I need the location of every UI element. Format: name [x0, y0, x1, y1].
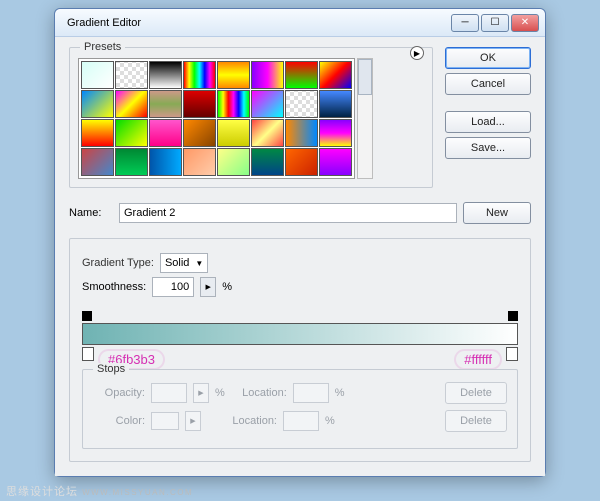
- preset-swatch[interactable]: [319, 119, 352, 147]
- minimize-button[interactable]: ─: [451, 14, 479, 32]
- chevron-down-icon: ▼: [195, 259, 203, 268]
- save-button[interactable]: Save...: [445, 137, 531, 159]
- preset-swatch[interactable]: [251, 61, 284, 89]
- preset-swatch[interactable]: [217, 61, 250, 89]
- preset-grid: [78, 58, 355, 179]
- preset-swatch[interactable]: [319, 61, 352, 89]
- preset-swatch[interactable]: [319, 148, 352, 176]
- name-label: Name:: [69, 207, 113, 219]
- ok-button[interactable]: OK: [445, 47, 531, 69]
- preset-swatch[interactable]: [81, 61, 114, 89]
- cancel-button[interactable]: Cancel: [445, 73, 531, 95]
- gradient-type-label: Gradient Type:: [82, 257, 154, 269]
- window-title: Gradient Editor: [61, 17, 451, 29]
- color-stop-right[interactable]: [506, 347, 518, 361]
- gradient-bar[interactable]: [82, 323, 518, 345]
- preset-swatch[interactable]: [149, 119, 182, 147]
- color-stepper: ▶: [185, 411, 201, 431]
- preset-swatch[interactable]: [149, 148, 182, 176]
- close-button[interactable]: ✕: [511, 14, 539, 32]
- preset-swatch[interactable]: [183, 61, 216, 89]
- scrollbar-thumb[interactable]: [358, 59, 372, 95]
- preset-swatch[interactable]: [183, 119, 216, 147]
- gradient-type-select[interactable]: Solid ▼: [160, 253, 208, 273]
- gradient-type-group: Gradient Type: Solid ▼ Smoothness: ▶ %: [69, 238, 531, 462]
- preset-swatch[interactable]: [285, 119, 318, 147]
- opacity-label: Opacity:: [93, 387, 145, 399]
- opacity-input: [151, 383, 187, 403]
- load-button[interactable]: Load...: [445, 111, 531, 133]
- smoothness-label: Smoothness:: [82, 281, 146, 293]
- preset-swatch[interactable]: [149, 90, 182, 118]
- opacity-unit: %: [215, 387, 225, 399]
- annotation-right-color: #ffffff: [456, 351, 500, 368]
- gradient-bar-area: #6fb3b3 #ffffff: [82, 311, 518, 365]
- preset-swatch[interactable]: [319, 90, 352, 118]
- titlebar[interactable]: Gradient Editor ─ ☐ ✕: [55, 9, 545, 37]
- opacity-location-input: [293, 383, 329, 403]
- preset-swatch[interactable]: [251, 119, 284, 147]
- presets-group: Presets ▶: [69, 47, 433, 188]
- preset-swatch[interactable]: [183, 148, 216, 176]
- preset-swatch[interactable]: [285, 148, 318, 176]
- preset-swatch[interactable]: [251, 90, 284, 118]
- presets-flyout-icon[interactable]: ▶: [410, 46, 424, 60]
- preset-swatch[interactable]: [149, 61, 182, 89]
- footer-main: 思缘设计论坛: [6, 486, 78, 498]
- color-delete-button: Delete: [445, 410, 507, 432]
- preset-swatch[interactable]: [81, 148, 114, 176]
- gradient-type-value: Solid: [165, 257, 189, 269]
- color-location-unit: %: [325, 415, 335, 427]
- opacity-delete-button: Delete: [445, 382, 507, 404]
- color-stop-left[interactable]: [82, 347, 94, 361]
- color-location-label: Location:: [207, 415, 277, 427]
- color-well: [151, 412, 179, 430]
- opacity-location-unit: %: [335, 387, 345, 399]
- opacity-stop-left[interactable]: [82, 311, 92, 321]
- new-button[interactable]: New: [463, 202, 531, 224]
- preset-swatch[interactable]: [81, 119, 114, 147]
- preset-swatch[interactable]: [251, 148, 284, 176]
- stops-group: Stops Opacity: ▶ % Location: % Delete Co…: [82, 369, 518, 449]
- preset-swatch[interactable]: [115, 119, 148, 147]
- preset-swatch[interactable]: [183, 90, 216, 118]
- smoothness-stepper[interactable]: ▶: [200, 277, 216, 297]
- stops-legend: Stops: [93, 363, 129, 375]
- preset-swatch[interactable]: [285, 90, 318, 118]
- preset-swatch[interactable]: [115, 61, 148, 89]
- preset-swatch[interactable]: [115, 90, 148, 118]
- preset-swatch[interactable]: [81, 90, 114, 118]
- opacity-location-label: Location:: [231, 387, 287, 399]
- page-footer: 思缘设计论坛 WWW.MISSYUAN.COM: [0, 483, 193, 499]
- preset-scrollbar[interactable]: [357, 58, 373, 179]
- preset-swatch[interactable]: [217, 119, 250, 147]
- preset-swatch[interactable]: [285, 61, 318, 89]
- smoothness-input[interactable]: [152, 277, 194, 297]
- preset-swatch[interactable]: [217, 90, 250, 118]
- presets-legend: Presets: [80, 41, 125, 53]
- maximize-button[interactable]: ☐: [481, 14, 509, 32]
- gradient-editor-window: Gradient Editor ─ ☐ ✕ Presets ▶ OK Cance…: [54, 8, 546, 477]
- opacity-stop-right[interactable]: [508, 311, 518, 321]
- footer-sub: WWW.MISSYUAN.COM: [82, 488, 193, 497]
- opacity-stepper: ▶: [193, 383, 209, 403]
- preset-swatch[interactable]: [115, 148, 148, 176]
- color-location-input: [283, 411, 319, 431]
- color-label: Color:: [93, 415, 145, 427]
- name-input[interactable]: [119, 203, 457, 223]
- smoothness-unit: %: [222, 281, 232, 293]
- preset-swatch[interactable]: [217, 148, 250, 176]
